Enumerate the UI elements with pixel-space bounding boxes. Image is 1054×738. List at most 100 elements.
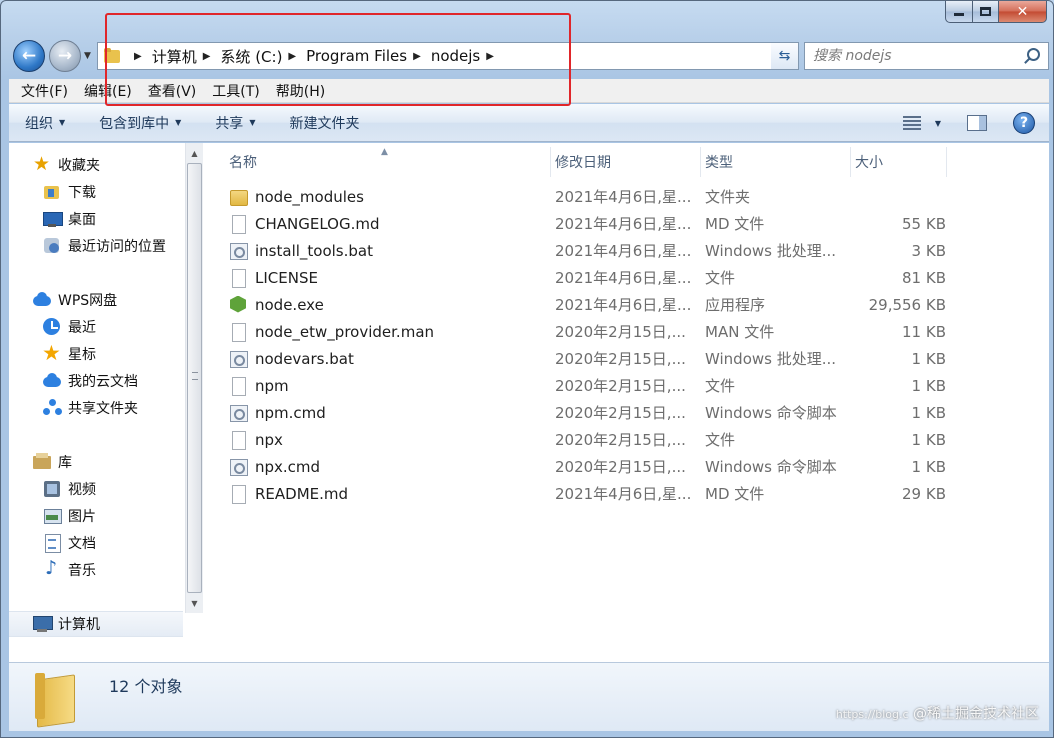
column-header-type[interactable]: 类型 [701, 147, 851, 177]
nav-desktop[interactable]: 桌面 [43, 206, 96, 232]
forward-button[interactable]: → [49, 40, 81, 72]
close-icon: ✕ [1016, 3, 1029, 20]
organize-button[interactable]: 组织 ▼ [25, 113, 65, 133]
include-in-library-button[interactable]: 包含到库中 ▼ [99, 113, 181, 133]
file-icon [229, 214, 247, 234]
nav-pictures[interactable]: 图片 [43, 503, 96, 529]
file-row[interactable]: npm 2020年2月15日,... 文件 1 KB [205, 372, 1049, 399]
nav-music[interactable]: 音乐 [43, 557, 96, 583]
file-name-cell: install_tools.bat [229, 237, 549, 264]
file-size: 1 KB [911, 349, 946, 368]
file-row[interactable]: node_etw_provider.man 2020年2月15日,... MAN 文… [205, 318, 1049, 345]
refresh-button[interactable]: ⇆ [771, 42, 799, 70]
star-icon [42, 341, 61, 365]
file-row[interactable]: node_modules 2021年4月6日,星... 文件夹 [205, 183, 1049, 210]
nav-recent-places[interactable]: 最近访问的位置 [43, 233, 166, 259]
nav-recent[interactable]: 最近 [43, 314, 96, 340]
cloud-icon [33, 291, 51, 309]
picture-icon [43, 507, 62, 525]
nav-downloads[interactable]: 下载 [43, 179, 96, 205]
new-folder-label: 新建文件夹 [289, 115, 360, 132]
nodejs-exe-icon [229, 295, 247, 315]
minimize-icon [954, 13, 964, 16]
file-row[interactable]: npm.cmd 2020年2月15日,... Windows 命令脚本 1 KB [205, 399, 1049, 426]
nav-label: 星标 [68, 347, 96, 363]
nav-scrollbar[interactable]: ▲ ▼ [185, 143, 203, 613]
nav-videos[interactable]: 视频 [43, 476, 96, 502]
back-button[interactable]: ← [13, 40, 45, 72]
scroll-up-icon[interactable]: ▲ [186, 145, 203, 162]
nav-documents[interactable]: 文档 [43, 530, 96, 556]
nav-label: 图片 [68, 509, 96, 525]
column-type-label: 类型 [705, 155, 733, 171]
file-name: npm [255, 376, 289, 395]
share-icon [43, 399, 61, 417]
file-type: Windows 批处理... [705, 350, 837, 368]
maximize-button[interactable] [973, 1, 999, 23]
scroll-thumb[interactable] [187, 163, 202, 593]
watermark-url: https://blog.c [835, 708, 909, 721]
help-icon[interactable]: ? [1013, 112, 1035, 134]
computer-icon [33, 615, 53, 633]
file-name-cell: CHANGELOG.md [229, 210, 549, 237]
nav-starred[interactable]: 星标 [42, 341, 96, 367]
minimize-button[interactable] [945, 1, 973, 23]
library-icon [33, 453, 51, 471]
nav-shared-folder[interactable]: 共享文件夹 [43, 395, 138, 421]
nav-computer[interactable]: 计算机 [9, 611, 183, 637]
search-icon[interactable] [1027, 48, 1040, 61]
desktop-icon [43, 210, 63, 228]
nav-label: 共享文件夹 [68, 401, 138, 417]
column-header-size[interactable]: 大小 [851, 147, 947, 177]
nav-wps-drive[interactable]: WPS网盘 [33, 287, 117, 313]
recent-pages-dropdown[interactable]: ▼ [84, 51, 91, 61]
batch-file-icon [229, 241, 248, 261]
refresh-icon: ⇆ [778, 48, 791, 64]
sort-ascending-icon: ▲ [381, 147, 388, 157]
search-box[interactable] [804, 42, 1049, 70]
nav-label: 桌面 [68, 212, 96, 228]
nav-favorites[interactable]: 收藏夹 [33, 152, 100, 178]
file-name-cell: npx [229, 426, 549, 453]
file-icon [229, 430, 247, 450]
close-button[interactable]: ✕ [999, 1, 1047, 23]
folder-icon [229, 187, 248, 207]
nav-label: WPS网盘 [58, 293, 118, 309]
file-type: MD 文件 [705, 215, 765, 233]
view-list-icon[interactable] [902, 116, 921, 130]
file-row[interactable]: install_tools.bat 2021年4月6日,星... Windows 批… [205, 237, 1049, 264]
file-name-cell: npx.cmd [229, 453, 549, 480]
clock-icon [43, 318, 61, 336]
file-name: nodevars.bat [255, 349, 354, 368]
new-folder-button[interactable]: 新建文件夹 [289, 113, 359, 133]
preview-pane-icon[interactable] [967, 115, 987, 131]
file-row[interactable]: nodevars.bat 2020年2月15日,... Windows 批处理...… [205, 345, 1049, 372]
view-dropdown-icon[interactable]: ▼ [935, 119, 941, 128]
file-size: 11 KB [902, 322, 946, 341]
nav-my-cloud-docs[interactable]: 我的云文档 [43, 368, 138, 394]
nav-label: 最近 [68, 320, 96, 336]
menu-file[interactable]: 文件(F) [15, 81, 74, 101]
column-header-name[interactable]: 名称 ▲ [205, 147, 551, 177]
watermark: https://blog.c @稀土掘金技术社区 [836, 703, 1039, 723]
details-pane: 12 个对象 https://blog.c @稀土掘金技术社区 [9, 663, 1049, 731]
scroll-down-icon[interactable]: ▼ [186, 595, 203, 612]
nav-libraries[interactable]: 库 [33, 449, 72, 475]
file-row[interactable]: npx.cmd 2020年2月15日,... Windows 命令脚本 1 KB [205, 453, 1049, 480]
nav-label: 视频 [68, 482, 96, 498]
caption-buttons: ✕ [945, 1, 1047, 23]
file-row[interactable]: LICENSE 2021年4月6日,星... 文件 81 KB [205, 264, 1049, 291]
file-row[interactable]: node.exe 2021年4月6日,星... 应用程序 29,556 KB [205, 291, 1049, 318]
file-row[interactable]: CHANGELOG.md 2021年4月6日,星... MD 文件 55 KB [205, 210, 1049, 237]
file-name: npx [255, 430, 283, 449]
search-input[interactable] [813, 48, 1013, 64]
file-row[interactable]: README.md 2021年4月6日,星... MD 文件 29 KB [205, 480, 1049, 507]
file-type: 文件夹 [705, 188, 751, 206]
column-header-date[interactable]: 修改日期 [551, 147, 701, 177]
file-row[interactable]: npx 2020年2月15日,... 文件 1 KB [205, 426, 1049, 453]
red-highlight-annotation [105, 13, 571, 106]
include-library-label: 包含到库中 [99, 115, 170, 132]
share-button[interactable]: 共享 ▼ [215, 113, 255, 133]
file-date: 2020年2月15日,... [555, 350, 686, 368]
file-size: 1 KB [911, 430, 946, 449]
